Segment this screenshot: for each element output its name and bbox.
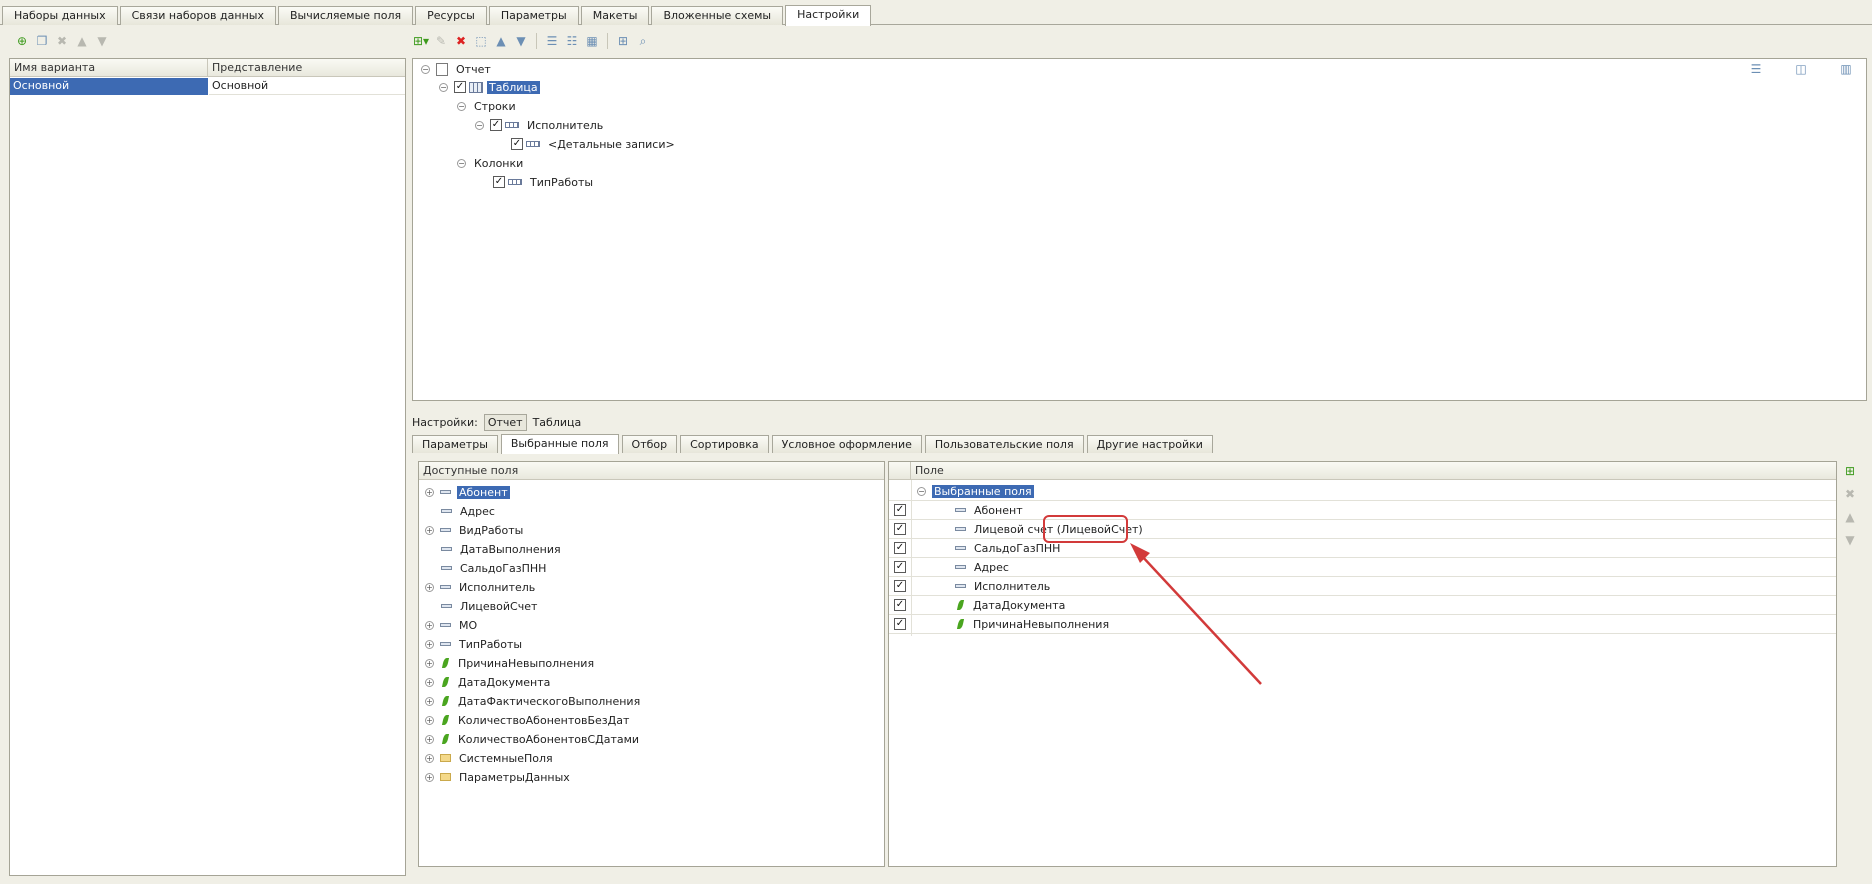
annotation-arrow xyxy=(1130,543,1262,685)
